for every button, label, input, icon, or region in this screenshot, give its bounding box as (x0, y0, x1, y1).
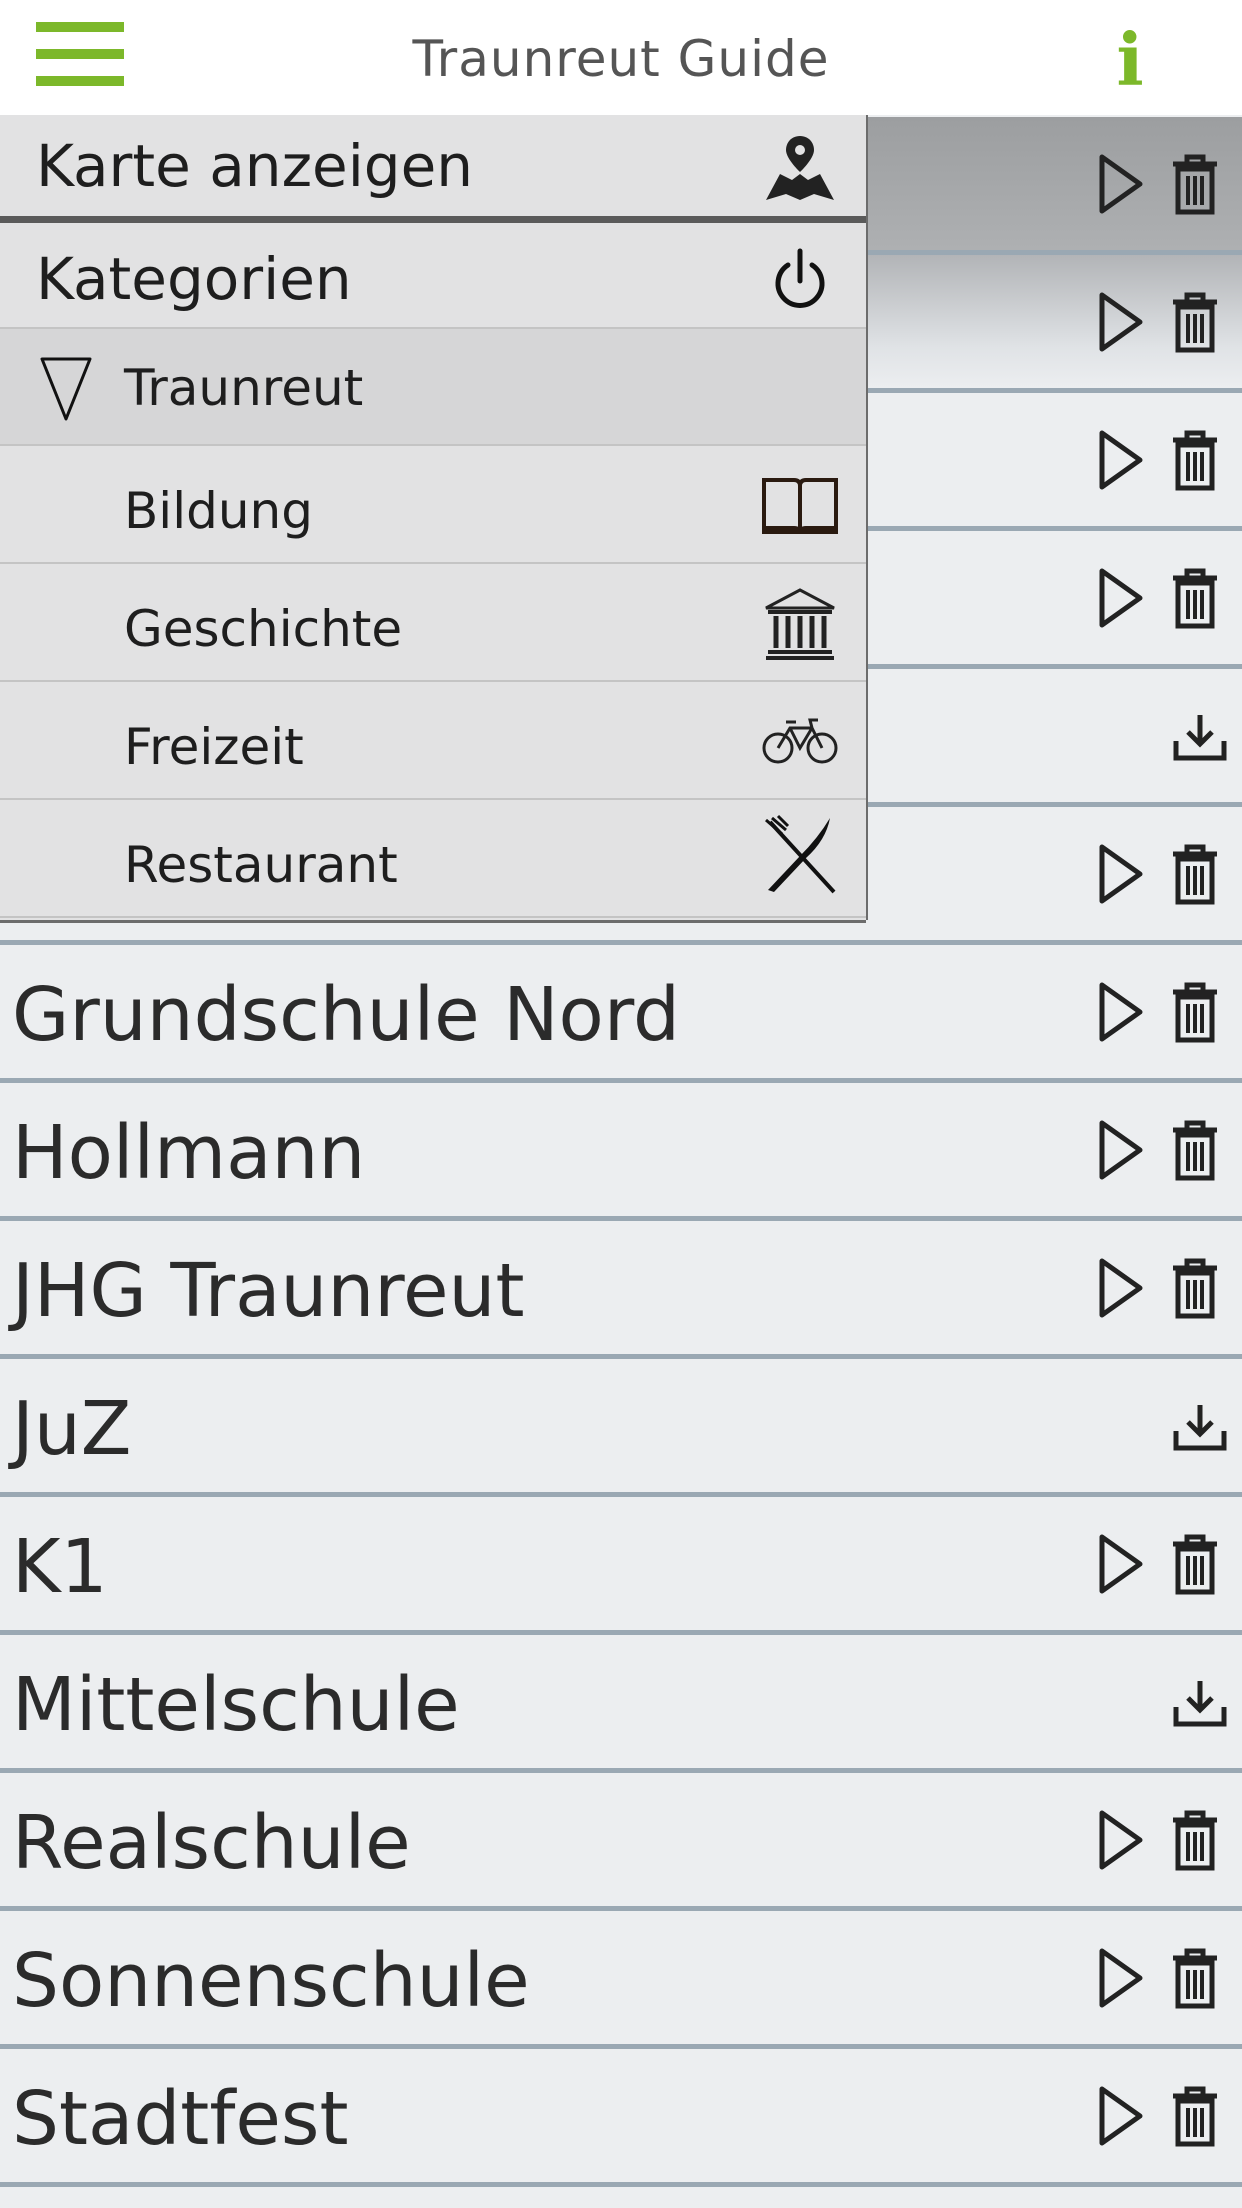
show-map-item[interactable]: Karte anzeigen (0, 110, 866, 223)
bicycle-icon (762, 718, 838, 764)
power-icon[interactable] (760, 241, 840, 321)
trash-icon[interactable] (1170, 1533, 1220, 1595)
trash-icon[interactable] (1170, 1947, 1220, 2009)
trash-icon[interactable] (1170, 1257, 1220, 1319)
trash-icon[interactable] (1170, 567, 1220, 629)
book-icon (762, 478, 838, 535)
play-icon[interactable] (1098, 1947, 1144, 2009)
list-item-label: Mittelschule (12, 1662, 460, 1748)
app-title: Traunreut Guide (412, 30, 830, 88)
show-map-label: Karte anzeigen (36, 132, 474, 200)
trash-icon[interactable] (1170, 153, 1220, 215)
play-icon[interactable] (1098, 1119, 1144, 1181)
list-item[interactable]: Hollmann (0, 1083, 1242, 1221)
list-item-label: Realschule (12, 1800, 411, 1886)
list-item-label: Sonnenschule (12, 1938, 530, 2024)
download-icon[interactable] (1172, 1401, 1228, 1453)
trash-icon[interactable] (1170, 2085, 1220, 2147)
trash-icon[interactable] (1170, 291, 1220, 353)
list-item[interactable]: Realschule (0, 1773, 1242, 1911)
download-icon[interactable] (1172, 711, 1228, 763)
play-icon[interactable] (1098, 1809, 1144, 1871)
list-item-label: JuZ (12, 1386, 132, 1472)
trash-icon[interactable] (1170, 429, 1220, 491)
category-label: Bildung (124, 482, 313, 540)
trash-icon[interactable] (1170, 843, 1220, 905)
play-icon[interactable] (1098, 2085, 1144, 2147)
list-item[interactable]: Stadtfest (0, 2049, 1242, 2187)
download-icon[interactable] (1172, 1677, 1228, 1729)
list-item[interactable]: Sonnenschule (0, 1911, 1242, 2049)
trash-icon[interactable] (1170, 981, 1220, 1043)
category-item-geschichte[interactable]: Geschichte (0, 564, 866, 682)
info-icon[interactable]: i (1110, 20, 1150, 100)
navigation-drawer: Karte anzeigen Kategorien Traunreut Bild… (0, 110, 866, 920)
fork-knife-icon (765, 814, 836, 894)
app-header: Traunreut Guide i (0, 0, 1242, 115)
play-icon[interactable] (1098, 981, 1144, 1043)
map-pin-icon (766, 136, 834, 200)
list-item[interactable]: K1 (0, 1497, 1242, 1635)
category-item-bildung[interactable]: Bildung (0, 446, 866, 564)
list-item[interactable]: JuZ (0, 1359, 1242, 1497)
play-icon[interactable] (1098, 1533, 1144, 1595)
play-icon[interactable] (1098, 843, 1144, 905)
list-item[interactable]: JHG Traunreut (0, 1221, 1242, 1359)
categories-header[interactable]: Kategorien (0, 223, 866, 329)
play-icon[interactable] (1098, 291, 1144, 353)
triangle-down-icon (40, 357, 92, 421)
trash-icon[interactable] (1170, 1809, 1220, 1871)
list-item-label: Hollmann (12, 1110, 366, 1196)
list-item-label: JHG Traunreut (12, 1248, 525, 1334)
category-label: Geschichte (124, 600, 403, 658)
museum-icon (765, 588, 835, 660)
play-icon[interactable] (1098, 429, 1144, 491)
play-icon[interactable] (1098, 567, 1144, 629)
play-icon[interactable] (1098, 1257, 1144, 1319)
category-label: Freizeit (124, 718, 304, 776)
list-item[interactable]: Grundschule Nord (0, 945, 1242, 1083)
play-icon[interactable] (1098, 153, 1144, 215)
category-group-label: Traunreut (124, 359, 364, 417)
list-item-label: K1 (12, 1524, 108, 1610)
category-item-restaurant[interactable]: Restaurant (0, 800, 866, 918)
category-label: Restaurant (124, 836, 398, 894)
list-item-label: Grundschule Nord (12, 972, 680, 1058)
trash-icon[interactable] (1170, 1119, 1220, 1181)
list-item[interactable]: Mittelschule (0, 1635, 1242, 1773)
list-item-label: Stadtfest (12, 2076, 349, 2162)
categories-label: Kategorien (36, 245, 352, 313)
category-group-traunreut[interactable]: Traunreut (0, 329, 866, 446)
category-item-freizeit[interactable]: Freizeit (0, 682, 866, 800)
